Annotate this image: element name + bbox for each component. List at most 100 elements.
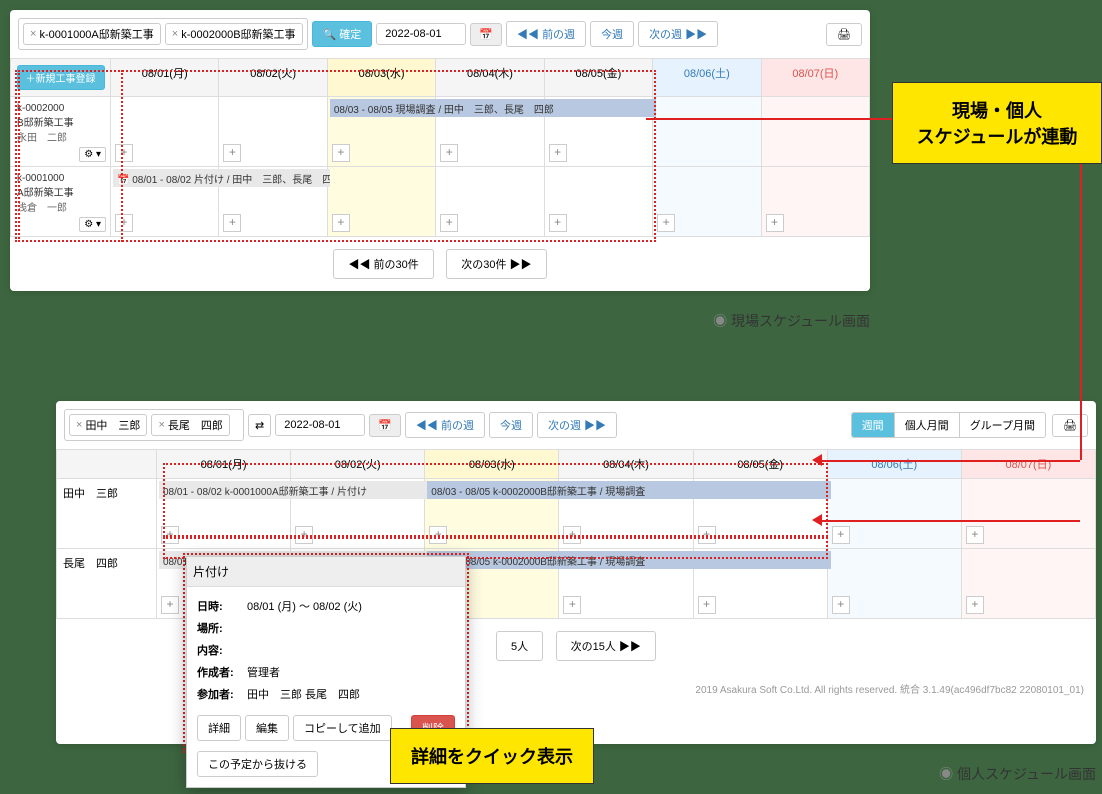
copy-add-button[interactable]: コピーして追加 — [293, 715, 392, 741]
event-bar[interactable]: 08/03 - 08/05 k-0002000B邸新築工事 / 現場調査 — [427, 481, 830, 499]
cell[interactable]: 08/03 - 08/05 現場調査 / 田中 三郎、長尾 四郎 + — [327, 97, 435, 167]
cell[interactable]: 08/03 - 08/05 k-0002000B邸新築工事 / 現場調査 + — [425, 479, 559, 549]
cell[interactable]: + — [827, 549, 961, 619]
event-bar[interactable]: 📅 08/01 - 08/02 片付け / 田中 三郎、長尾 四郎 — [113, 169, 330, 187]
cell[interactable]: + — [544, 167, 652, 237]
day-header: 08/01(月) — [111, 59, 219, 97]
calendar-icon[interactable]: 📅 — [470, 23, 502, 46]
cell[interactable]: + — [219, 97, 327, 167]
add-button[interactable]: + — [563, 526, 581, 544]
add-button[interactable]: + — [966, 596, 984, 614]
add-button[interactable]: + — [698, 526, 716, 544]
callout-sync: 現場・個人 スケジュールが連動 — [892, 82, 1102, 164]
cell[interactable]: + — [653, 167, 761, 237]
shuffle-icon[interactable]: ⇄ — [248, 414, 271, 437]
tag[interactable]: ×田中 三郎 — [69, 414, 147, 436]
prev-page-button[interactable]: ◀◀ 前の30件 — [333, 249, 433, 279]
cell[interactable]: + — [436, 167, 544, 237]
cell[interactable]: 08/01 - 08/02 k-0001000A邸新築工事 / 片付け + — [157, 479, 291, 549]
detail-button[interactable]: 詳細 — [197, 715, 241, 741]
row-header: 長尾 四郎 — [57, 549, 157, 619]
edit-button[interactable]: 編集 — [245, 715, 289, 741]
add-button[interactable]: + — [115, 214, 133, 232]
row-header: k-0001000 A邸新築工事 浅倉 一郎 ⚙ ▾ — [11, 167, 111, 237]
add-button[interactable]: + — [295, 526, 313, 544]
gear-icon[interactable]: ⚙ ▾ — [79, 217, 106, 232]
event-bar[interactable]: 08/01 - 08/02 k-0001000A邸新築工事 / 片付け — [159, 481, 427, 499]
tag-input[interactable]: ×田中 三郎 ×長尾 四郎 — [64, 409, 244, 441]
cell[interactable]: + — [827, 479, 961, 549]
add-button[interactable]: + — [563, 596, 581, 614]
add-button[interactable]: + — [440, 214, 458, 232]
day-header: 08/05(金) — [544, 59, 652, 97]
next-page-button[interactable]: 次の15人 ▶▶ — [556, 631, 656, 661]
view-week-button[interactable]: 週間 — [852, 413, 895, 437]
date-input[interactable] — [275, 414, 365, 436]
next-page-button[interactable]: 次の30件 ▶▶ — [446, 249, 546, 279]
connector-line — [820, 520, 1080, 522]
cell[interactable]: + — [327, 167, 435, 237]
cell[interactable]: + — [961, 479, 1095, 549]
print-button[interactable]: 🖨 — [826, 23, 862, 46]
close-icon[interactable]: × — [158, 419, 164, 431]
leave-button[interactable]: この予定から抜ける — [197, 751, 318, 777]
add-button[interactable]: + — [429, 526, 447, 544]
add-button[interactable]: + — [161, 596, 179, 614]
panel-caption: ◉ 現場スケジュール画面 — [10, 311, 870, 331]
add-button[interactable]: + — [832, 526, 850, 544]
day-header: 08/02(火) — [291, 450, 425, 479]
close-icon[interactable]: × — [76, 419, 82, 431]
confirm-button[interactable]: 🔍 確定 — [312, 21, 373, 47]
add-button[interactable]: + — [766, 214, 784, 232]
print-button[interactable]: 🖨 — [1052, 414, 1088, 437]
cell[interactable] — [653, 97, 761, 167]
cell[interactable]: + — [761, 167, 869, 237]
add-button[interactable]: + — [332, 214, 350, 232]
cell[interactable] — [761, 97, 869, 167]
cell[interactable]: + — [111, 97, 219, 167]
add-button[interactable]: + — [223, 214, 241, 232]
row-header: 田中 三郎 — [57, 479, 157, 549]
this-week-button[interactable]: 今週 — [489, 412, 533, 438]
day-header: 08/03(水) — [425, 450, 559, 479]
add-button[interactable]: + — [966, 526, 984, 544]
add-button[interactable]: + — [115, 144, 133, 162]
view-group-month-button[interactable]: グループ月間 — [960, 413, 1045, 437]
add-button[interactable]: + — [161, 526, 179, 544]
next-week-button[interactable]: 次の週 ▶▶ — [638, 21, 718, 47]
add-job-button[interactable]: ＋新規工事登録 — [17, 65, 105, 90]
tag[interactable]: ×k-0002000B邸新築工事 — [165, 23, 303, 45]
add-button[interactable]: + — [698, 596, 716, 614]
day-header: 08/07(日) — [961, 450, 1095, 479]
cell[interactable]: + — [961, 549, 1095, 619]
add-button[interactable]: + — [657, 214, 675, 232]
add-button[interactable]: + — [440, 144, 458, 162]
date-input[interactable] — [376, 23, 466, 45]
connector-line — [1080, 160, 1082, 460]
tag-input[interactable]: ×k-0001000A邸新築工事 ×k-0002000B邸新築工事 — [18, 18, 308, 50]
this-week-button[interactable]: 今週 — [590, 21, 634, 47]
day-header: 08/04(木) — [436, 59, 544, 97]
calendar-icon[interactable]: 📅 — [369, 414, 401, 437]
prev-week-button[interactable]: ◀◀ 前の週 — [506, 21, 586, 47]
next-week-button[interactable]: 次の週 ▶▶ — [537, 412, 617, 438]
event-bar[interactable]: 08/03 - 08/05 k-0002000B邸新築工事 / 現場調査 — [427, 551, 830, 569]
prev-week-button[interactable]: ◀◀ 前の週 — [405, 412, 485, 438]
view-toggle: 週間 個人月間 グループ月間 — [851, 412, 1046, 438]
close-icon[interactable]: × — [172, 28, 178, 40]
add-button[interactable]: + — [832, 596, 850, 614]
event-bar[interactable]: 08/03 - 08/05 現場調査 / 田中 三郎、長尾 四郎 — [330, 99, 656, 117]
cell[interactable]: 📅 08/01 - 08/02 片付け / 田中 三郎、長尾 四郎 + — [111, 167, 219, 237]
add-button[interactable]: + — [223, 144, 241, 162]
add-button[interactable]: + — [549, 214, 567, 232]
close-icon[interactable]: × — [30, 28, 36, 40]
day-header: 08/01(月) — [157, 450, 291, 479]
tag[interactable]: ×k-0001000A邸新築工事 — [23, 23, 161, 45]
view-personal-month-button[interactable]: 個人月間 — [895, 413, 960, 437]
tag[interactable]: ×長尾 四郎 — [151, 414, 229, 436]
add-button[interactable]: + — [332, 144, 350, 162]
gear-icon[interactable]: ⚙ ▾ — [79, 147, 106, 162]
day-header: 08/04(木) — [559, 450, 693, 479]
prev-page-button[interactable]: 5人 — [496, 631, 543, 661]
add-button[interactable]: + — [549, 144, 567, 162]
